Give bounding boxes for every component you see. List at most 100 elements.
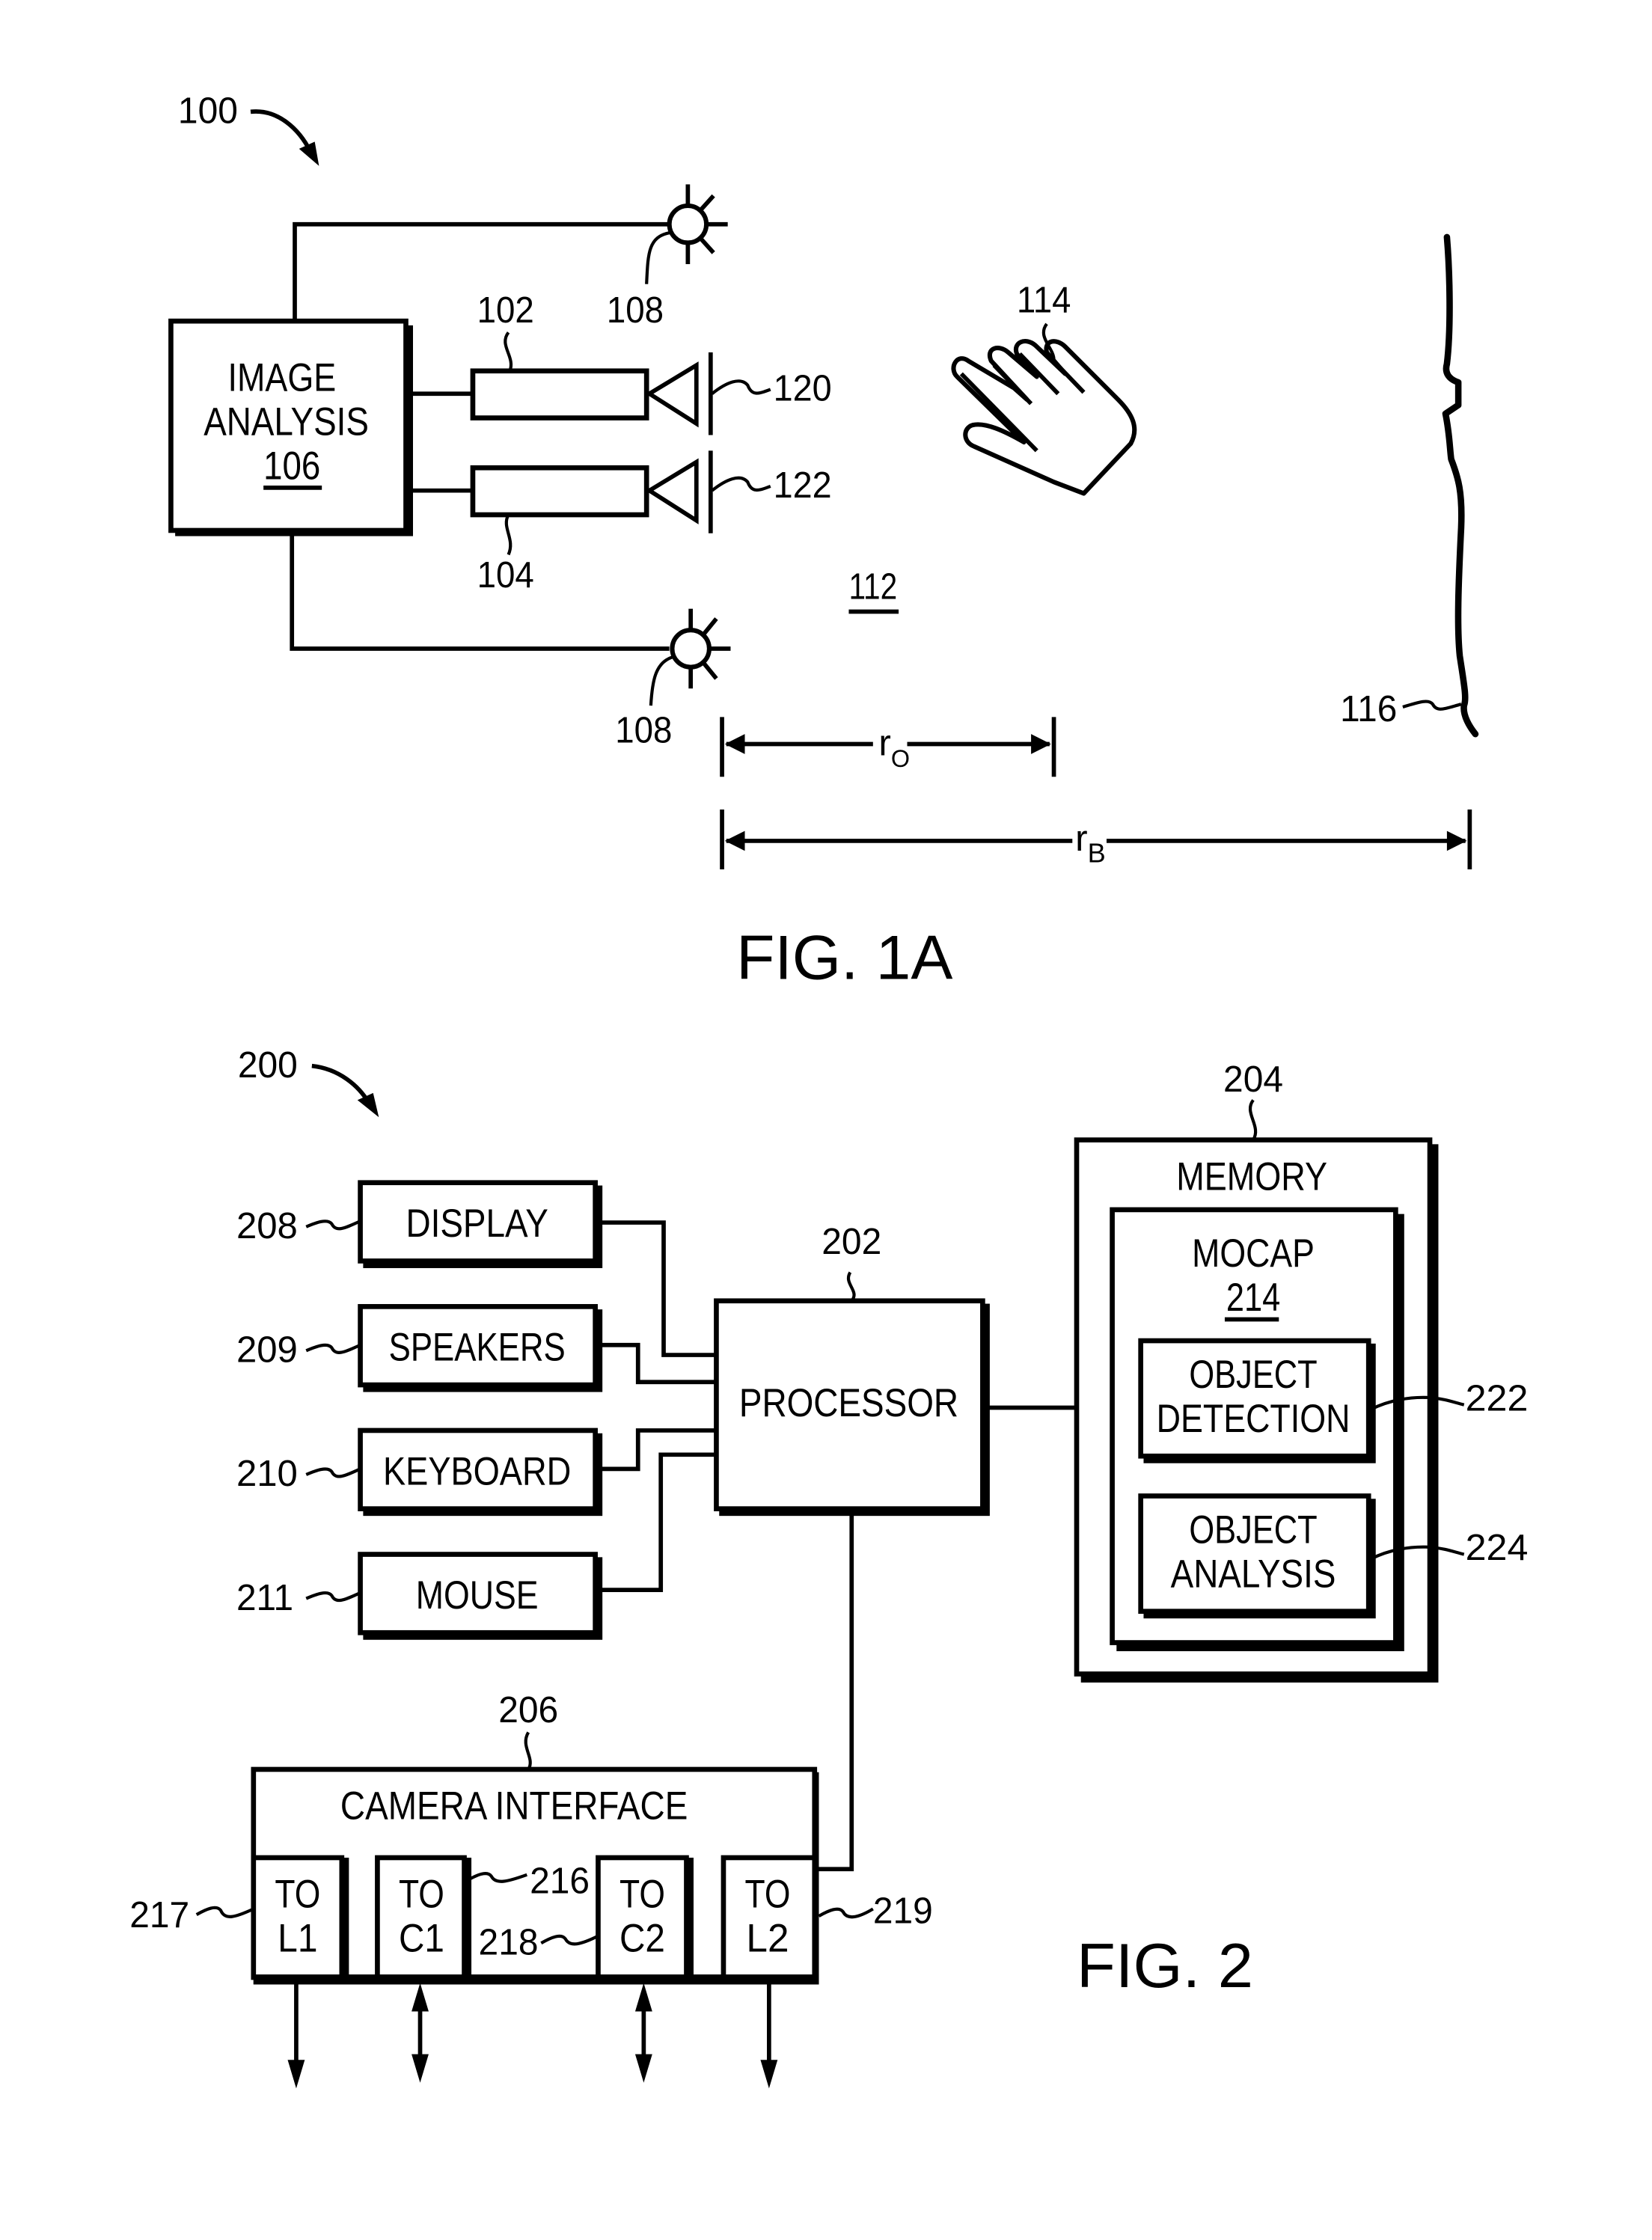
port-to-l2: TO L2 <box>721 1855 818 1980</box>
ref-label-204: 204 <box>1223 1059 1283 1100</box>
object-detection-line2: DETECTION <box>1157 1397 1350 1441</box>
port-c2-line1: TO <box>620 1873 665 1917</box>
ref-label-116: 116 <box>1340 688 1397 729</box>
leader-219 <box>818 1907 874 1919</box>
memory-label: MEMORY <box>1176 1154 1327 1199</box>
port-l2-line1: TO <box>745 1873 791 1917</box>
port-c2-line2: C2 <box>620 1917 665 1961</box>
memory-block: MEMORY MOCAP 214 OBJECT DETECTION OBJECT <box>1074 1137 1439 1683</box>
leader-217 <box>195 1906 254 1918</box>
camera-interface-label: CAMERA INTERFACE <box>340 1784 688 1829</box>
processor-label: PROCESSOR <box>739 1381 958 1425</box>
leader-122 <box>711 476 771 492</box>
ref-label-217: 217 <box>129 1894 189 1935</box>
mouse-label: MOUSE <box>416 1573 539 1618</box>
object-detection-line1: OBJECT <box>1189 1353 1317 1397</box>
signal-arrow-c2-icon <box>634 1983 652 2083</box>
port-to-c2: TO C2 <box>596 1855 694 1980</box>
leader-116 <box>1402 700 1462 711</box>
dimension-label-rb: rB <box>1075 818 1106 868</box>
signal-arrow-l1-icon <box>287 1983 305 2089</box>
leader-204 <box>1248 1099 1258 1141</box>
processor-block: PROCESSOR <box>714 1298 990 1517</box>
leader-211 <box>305 1591 361 1603</box>
mocap-ref: 214 <box>1226 1276 1280 1320</box>
leader-108-top <box>645 231 670 284</box>
figure-1a: 100 IMAGE ANALYSIS 106 108 108 102 104 1… <box>168 91 1479 993</box>
port-to-l1: TO L1 <box>251 1855 349 1980</box>
signal-arrow-c1-icon <box>412 1983 429 2083</box>
camera-102 <box>409 352 713 435</box>
figure-2: 200 DISPLAY 208 SPEAKERS 209 KEYBOARD 21… <box>129 1044 1529 2089</box>
ref-label-208: 208 <box>236 1205 298 1246</box>
dimension-background-distance: rB <box>720 810 1472 869</box>
ref-label-211: 211 <box>236 1577 293 1618</box>
leader-206 <box>524 1731 532 1771</box>
leader-104 <box>504 514 513 556</box>
ref-label-104: 104 <box>477 554 534 596</box>
ref-label-222: 222 <box>1466 1377 1529 1419</box>
leader-202 <box>847 1271 856 1303</box>
speakers-label: SPEAKERS <box>389 1326 566 1370</box>
ref-label-224: 224 <box>1466 1527 1529 1568</box>
object-analysis-line1: OBJECT <box>1189 1508 1317 1552</box>
figure-caption-2: FIG. 2 <box>1077 1930 1253 2001</box>
ref-label-209: 209 <box>236 1329 298 1371</box>
ref-label-200: 200 <box>238 1044 298 1086</box>
camera-lens-icon <box>645 361 699 428</box>
bus-mouse <box>598 1452 717 1592</box>
peripheral-speakers: SPEAKERS <box>358 1304 603 1392</box>
display-label: DISPLAY <box>406 1202 548 1246</box>
hand-object-icon <box>951 339 1137 496</box>
leader-120 <box>711 379 771 395</box>
background-surface <box>1442 233 1479 738</box>
region-ref-112: 112 <box>848 566 897 607</box>
ref-label-114: 114 <box>1017 280 1071 321</box>
leader-208 <box>305 1220 361 1231</box>
system-pointer-arrow-icon <box>311 1063 379 1118</box>
port-l2-line2: L2 <box>746 1917 789 1961</box>
patent-drawing-sheet: 100 IMAGE ANALYSIS 106 108 108 102 104 1… <box>129 91 1529 2089</box>
leader-210 <box>305 1467 361 1478</box>
ref-label-108-bottom: 108 <box>615 710 672 751</box>
bus-processor-camera <box>814 1510 854 1872</box>
signal-arrow-l2-icon <box>760 1983 778 2089</box>
mocap-module: MOCAP 214 OBJECT DETECTION OBJECT ANALYS… <box>1110 1207 1404 1651</box>
ref-label-206: 206 <box>498 1689 558 1731</box>
image-analysis-block: IMAGE ANALYSIS 106 <box>168 318 413 536</box>
peripheral-keyboard: KEYBOARD <box>358 1427 603 1517</box>
ref-label-210: 210 <box>236 1453 298 1494</box>
port-to-c1: TO C1 <box>375 1855 472 1980</box>
object-analysis-line2: ANALYSIS <box>1171 1552 1336 1596</box>
object-analysis-module: OBJECT ANALYSIS <box>1138 1493 1376 1619</box>
dimension-object-distance: rO <box>720 717 1056 777</box>
port-c1-line2: C1 <box>399 1917 444 1961</box>
object-detection-module: OBJECT DETECTION <box>1138 1338 1376 1463</box>
mocap-label: MOCAP <box>1192 1231 1315 1276</box>
ref-label-122: 122 <box>774 465 832 506</box>
leader-102 <box>504 331 513 372</box>
bus-display <box>598 1220 717 1357</box>
bus-speakers <box>598 1342 717 1385</box>
bus-keyboard <box>598 1428 717 1472</box>
camera-104 <box>409 450 713 533</box>
ref-label-120: 120 <box>774 368 832 409</box>
ref-label-216: 216 <box>530 1861 590 1902</box>
light-source-top-icon <box>667 184 728 265</box>
ref-label-102: 102 <box>477 290 534 331</box>
port-l1-line2: L1 <box>278 1917 317 1961</box>
port-l1-line1: TO <box>275 1873 320 1917</box>
port-c1-line1: TO <box>399 1873 444 1917</box>
ref-label-219: 219 <box>873 1891 933 1932</box>
dimension-label-ro: rO <box>878 723 910 772</box>
keyboard-label: KEYBOARD <box>383 1449 571 1493</box>
ref-label-100: 100 <box>178 91 238 132</box>
camera-lens-icon <box>645 458 699 524</box>
ref-label-202: 202 <box>822 1221 881 1262</box>
leader-209 <box>305 1343 361 1354</box>
peripheral-display: DISPLAY <box>358 1180 603 1268</box>
figure-caption-1a: FIG. 1A <box>736 922 952 993</box>
peripheral-mouse: MOUSE <box>358 1552 603 1640</box>
image-analysis-ref: 106 <box>263 444 320 488</box>
system-pointer-arrow-icon <box>250 109 319 166</box>
